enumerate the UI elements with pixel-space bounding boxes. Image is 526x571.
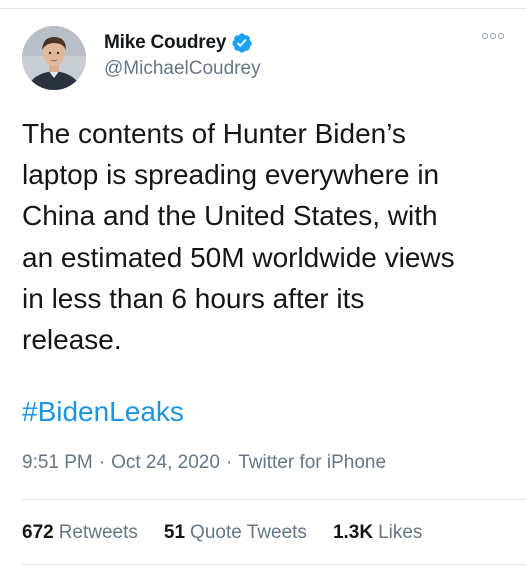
more-dot	[490, 33, 496, 39]
stats-divider-top	[22, 499, 526, 500]
likes-stat[interactable]: 1.3K Likes	[333, 522, 423, 544]
more-dot	[498, 33, 504, 39]
tweet-time[interactable]: 9:51 PM	[22, 452, 93, 473]
tweet-source[interactable]: Twitter for iPhone	[238, 452, 386, 473]
retweets-count: 672	[22, 522, 54, 543]
hashtag-link[interactable]: #BidenLeaks	[22, 391, 184, 432]
meta-separator: ·	[98, 452, 106, 473]
avatar[interactable]	[22, 26, 86, 90]
author-name-row[interactable]: Mike Coudrey	[104, 30, 253, 56]
verified-badge-icon	[231, 32, 253, 54]
engagement-stats: 672 Retweets 51 Quote Tweets 1.3K Likes	[22, 522, 448, 544]
author-display-name[interactable]: Mike Coudrey	[104, 32, 226, 54]
likes-label: Likes	[378, 522, 423, 543]
quotes-count: 51	[163, 522, 186, 543]
quote-tweets-stat[interactable]: 51 Quote Tweets	[164, 522, 307, 544]
profile-photo-icon	[22, 26, 86, 90]
meta-separator: ·	[225, 452, 233, 473]
tweet-metadata: 9:51 PM · Oct 24, 2020 · Twitter for iPhone	[22, 452, 386, 474]
tweet-card: Mike Coudrey @MichaelCoudrey The content…	[0, 0, 526, 571]
tweet-date[interactable]: Oct 24, 2020	[111, 452, 220, 473]
author-handle[interactable]: @MichaelCoudrey	[104, 58, 261, 80]
stats-divider-bottom	[22, 564, 526, 565]
tweet-text: The contents of Hunter Biden’s laptop is…	[22, 118, 455, 356]
likes-count: 1.3K	[332, 522, 374, 543]
retweets-stat[interactable]: 672 Retweets	[22, 522, 138, 544]
more-options-icon[interactable]	[482, 33, 504, 39]
more-dot	[482, 33, 488, 39]
quotes-label: Quote Tweets	[190, 522, 307, 543]
retweets-label: Retweets	[58, 522, 138, 543]
